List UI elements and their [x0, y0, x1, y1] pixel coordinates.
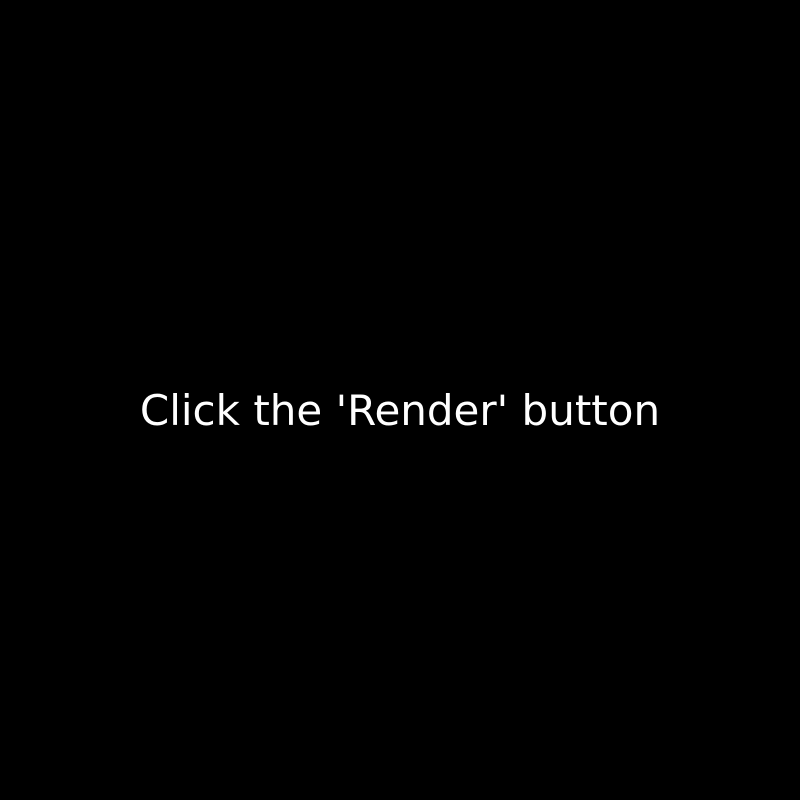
- instruction-screen: Click the 'Render' button: [0, 0, 800, 800]
- instruction-text: Click the 'Render' button: [139, 386, 661, 435]
